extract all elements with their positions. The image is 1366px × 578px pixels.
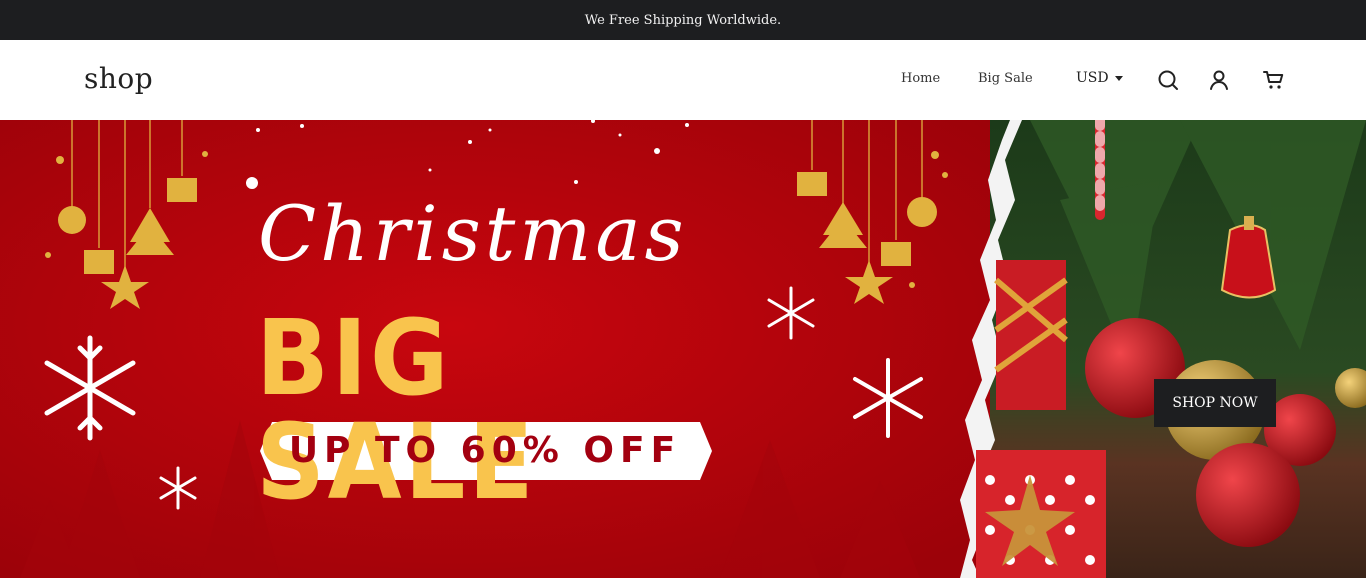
currency-selector[interactable]: USD [1076,70,1123,86]
currency-label: USD [1076,70,1109,86]
hero-banner: Christmas BIG SALE UP TO 60% OFF SHOP NO… [0,120,1366,578]
cart-icon[interactable] [1262,68,1286,92]
site-logo[interactable]: shop [84,62,153,95]
hero-script-title: Christmas [258,189,688,278]
hero-ribbon-text: UP TO 60% OFF [288,430,682,471]
hero-headline: BIG SALE [256,297,537,523]
shop-now-button[interactable]: SHOP NOW [1154,379,1276,427]
search-icon[interactable] [1156,68,1180,92]
announcement-bar: We Free Shipping Worldwide. [0,0,1366,40]
chevron-down-icon [1114,75,1123,81]
nav-big-sale-link[interactable]: Big Sale [978,71,1033,86]
announcement-text: We Free Shipping Worldwide. [584,12,782,28]
nav-home-link[interactable]: Home [901,71,940,86]
account-icon[interactable] [1207,68,1231,92]
site-header: shop Home Big Sale USD [0,40,1366,120]
